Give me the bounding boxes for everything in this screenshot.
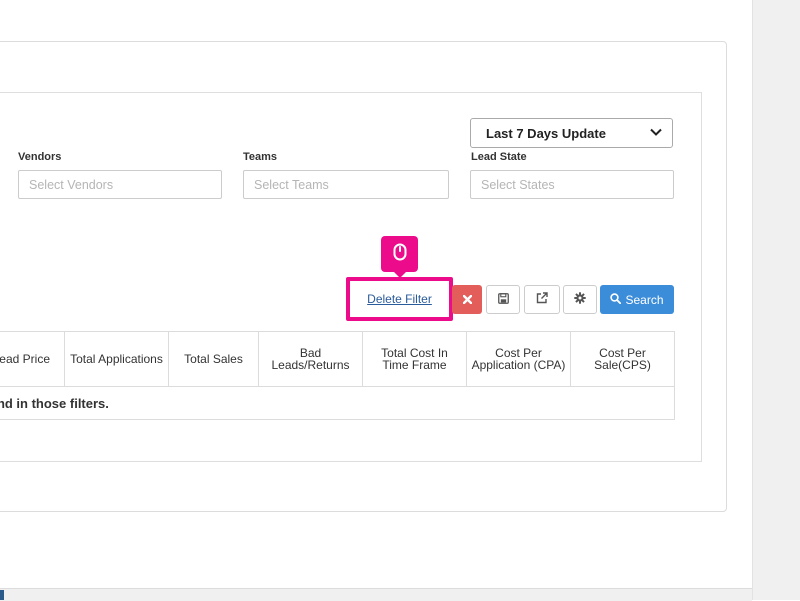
- empty-table-cell: und in those filters.: [0, 386, 675, 420]
- vendors-input[interactable]: [18, 170, 222, 199]
- column-header[interactable]: Cost Per Application (CPA): [466, 331, 571, 387]
- date-range-select[interactable]: Last 7 Days Update: [470, 118, 673, 148]
- horizontal-scrollbar-thumb[interactable]: [0, 590, 4, 600]
- lead-state-label: Lead State: [471, 151, 527, 163]
- empty-table-message: und in those filters.: [0, 395, 109, 411]
- export-button[interactable]: [524, 285, 560, 314]
- search-button-label: Search: [625, 292, 664, 307]
- settings-button[interactable]: [563, 285, 597, 314]
- search-icon: [610, 292, 622, 307]
- save-filter-button[interactable]: [486, 285, 520, 314]
- external-link-icon: [536, 292, 548, 307]
- column-header[interactable]: Total Applications: [64, 331, 169, 387]
- lead-state-input[interactable]: [470, 170, 674, 199]
- delete-filter-link[interactable]: Delete Filter: [367, 292, 432, 306]
- click-indicator: [381, 236, 418, 278]
- gear-icon: [574, 292, 586, 307]
- vertical-scrollbar[interactable]: [752, 0, 800, 600]
- table-header-row: ead Price Total Applications Total Sales…: [0, 331, 675, 387]
- floppy-disk-icon: [497, 292, 509, 307]
- vendors-label: Vendors: [18, 151, 62, 163]
- column-header[interactable]: ead Price: [0, 331, 65, 387]
- table-row: und in those filters.: [0, 386, 675, 420]
- search-button[interactable]: Search: [600, 285, 674, 314]
- times-icon: [462, 293, 472, 307]
- report-table: ead Price Total Applications Total Sales…: [0, 331, 675, 420]
- column-header[interactable]: Total Cost In Time Frame: [362, 331, 467, 387]
- date-range-selected-value: Last 7 Days Update: [486, 125, 606, 141]
- teams-input[interactable]: [243, 170, 449, 199]
- teams-label: Teams: [243, 151, 278, 163]
- mouse-icon: [393, 243, 407, 266]
- clear-filter-button[interactable]: [452, 285, 482, 314]
- chevron-down-icon: [650, 127, 662, 139]
- column-header[interactable]: Total Sales: [168, 331, 259, 387]
- highlight-frame: Delete Filter: [346, 277, 453, 321]
- column-header[interactable]: Cost Per Sale(CPS): [570, 331, 675, 387]
- horizontal-scrollbar[interactable]: [0, 588, 752, 601]
- column-header[interactable]: Bad Leads/Returns: [258, 331, 363, 387]
